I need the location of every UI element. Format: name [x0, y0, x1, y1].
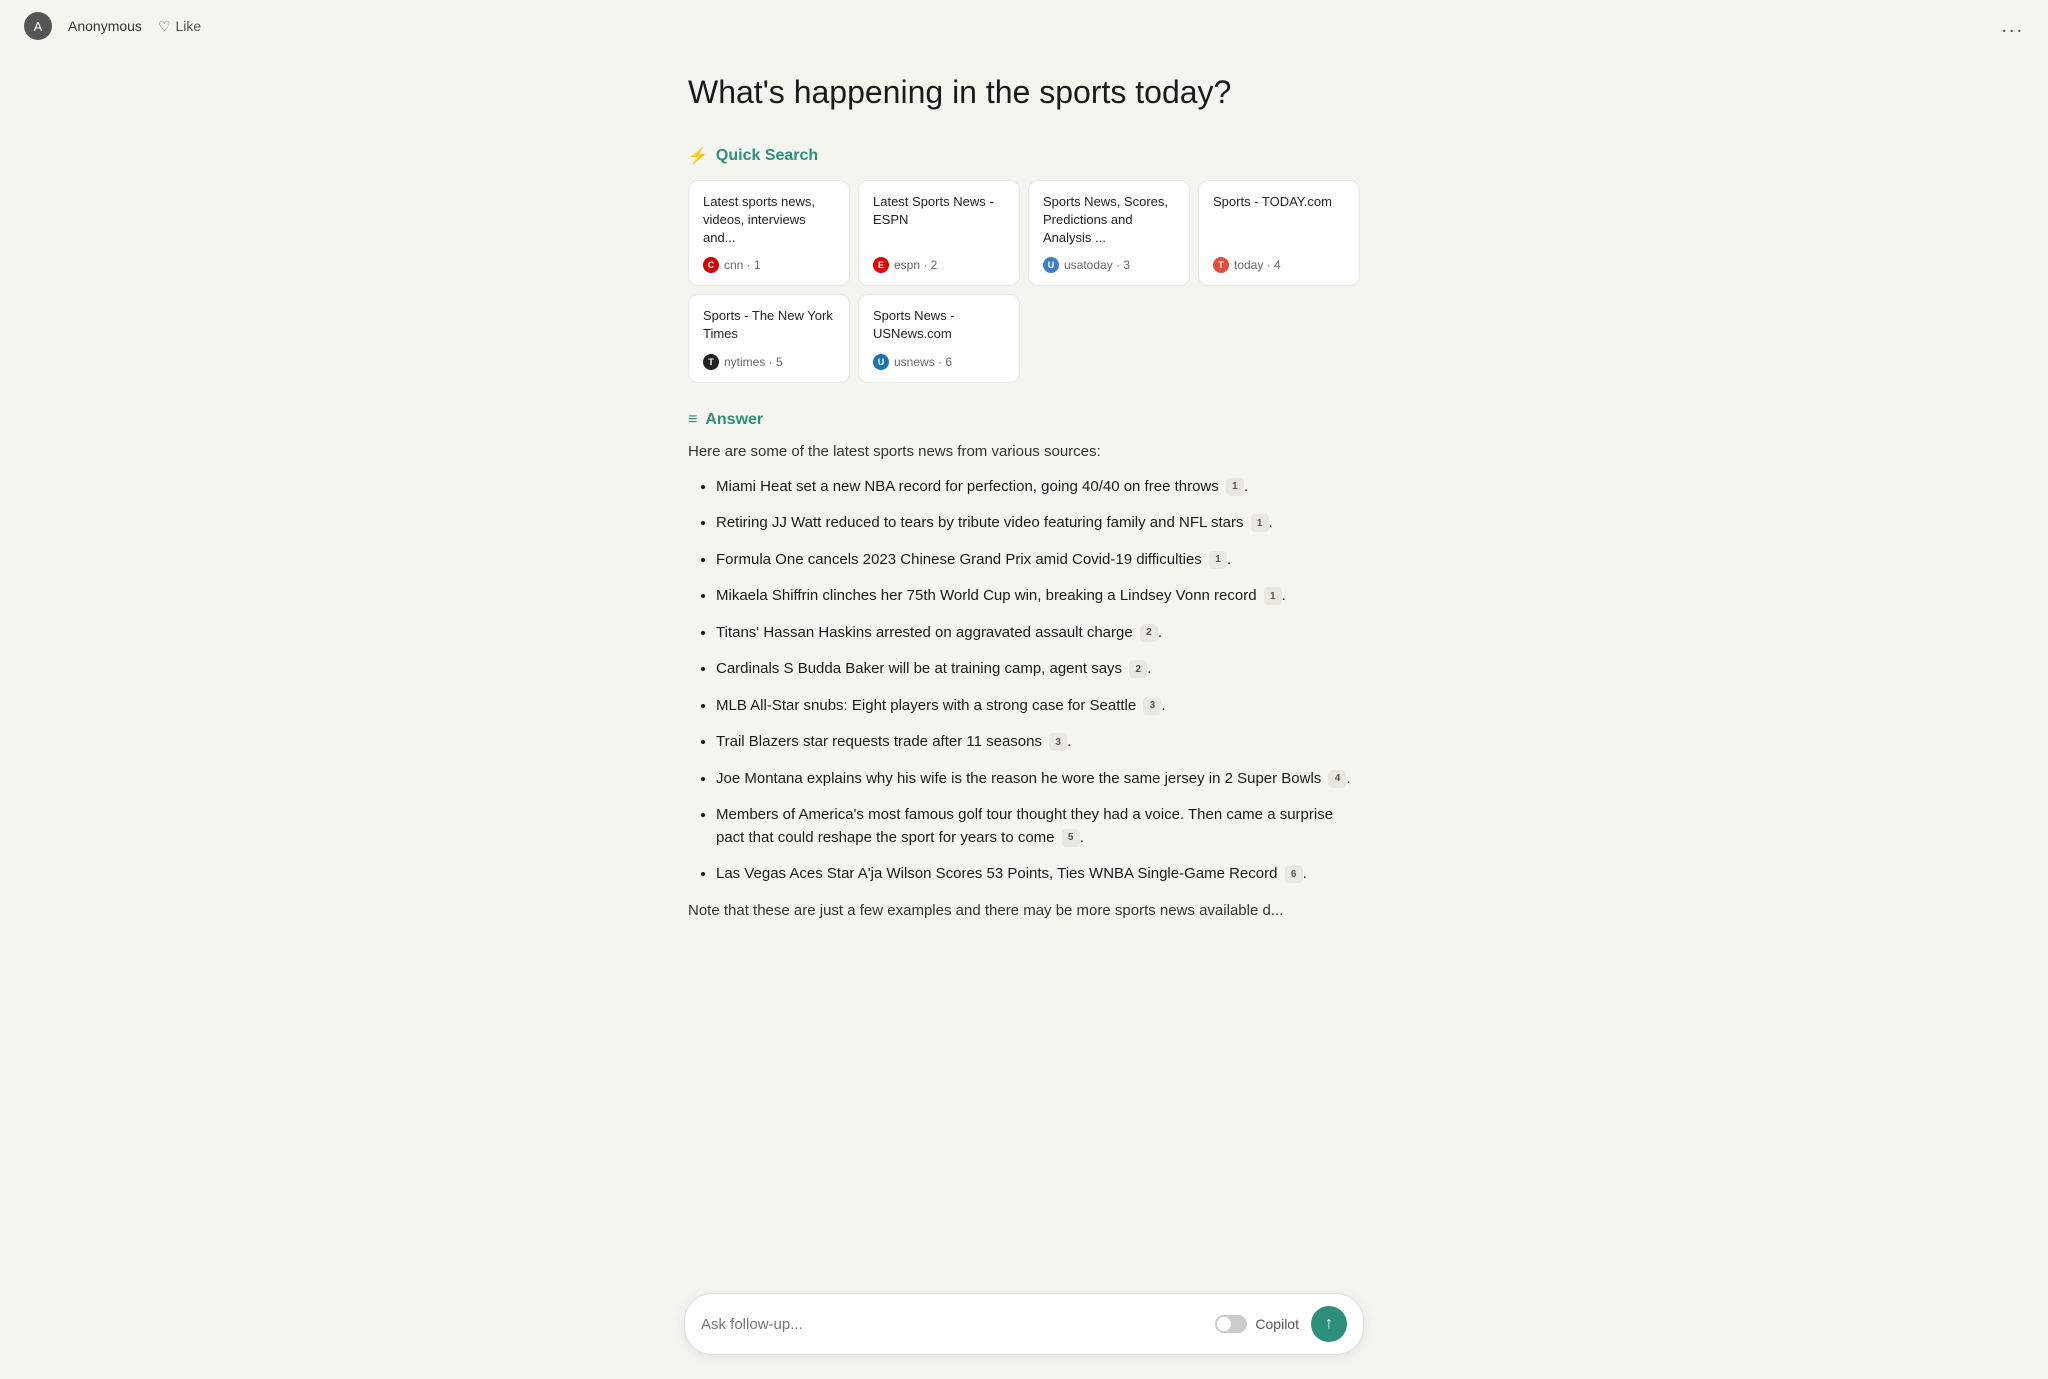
- usnews-icon: U: [873, 354, 889, 370]
- news-text-1: Miami Heat set a new NBA record for perf…: [716, 478, 1219, 495]
- empty-card-7: [1028, 294, 1190, 382]
- citation-4: 1: [1264, 587, 1282, 605]
- username: Anonymous: [68, 18, 142, 34]
- news-item-3: Formula One cancels 2023 Chinese Grand P…: [716, 549, 1360, 572]
- search-card-today[interactable]: Sports - TODAY.com T today · 4: [1198, 180, 1360, 287]
- search-card-usatoday[interactable]: Sports News, Scores, Predictions and Ana…: [1028, 180, 1190, 287]
- card-meta-6: U usnews · 6: [873, 354, 1005, 370]
- like-button[interactable]: ♡ Like: [158, 18, 201, 35]
- follow-up-input[interactable]: [701, 1316, 1203, 1333]
- search-card-usnews[interactable]: Sports News - USNews.com U usnews · 6: [858, 294, 1020, 382]
- today-icon: T: [1213, 257, 1229, 273]
- topbar-left: A Anonymous ♡ Like: [24, 12, 201, 40]
- card-source-1: cnn · 1: [724, 258, 761, 272]
- news-text-2: Retiring JJ Watt reduced to tears by tri…: [716, 514, 1243, 531]
- card-title-2: Latest Sports News - ESPN: [873, 193, 1005, 229]
- heart-icon: ♡: [158, 18, 171, 35]
- citation-9: 4: [1328, 770, 1346, 788]
- search-card-cnn[interactable]: Latest sports news, videos, interviews a…: [688, 180, 850, 287]
- news-item-7: MLB All-Star snubs: Eight players with a…: [716, 695, 1360, 718]
- search-cards-row2: Sports - The New York Times T nytimes · …: [688, 294, 1360, 382]
- card-title-1: Latest sports news, videos, interviews a…: [703, 193, 835, 248]
- like-label: Like: [176, 18, 202, 34]
- quick-search-icon: ⚡: [688, 146, 708, 166]
- card-title-5: Sports - The New York Times: [703, 307, 835, 343]
- citation-3: 1: [1209, 551, 1227, 569]
- answer-intro: Here are some of the latest sports news …: [688, 443, 1360, 460]
- citation-2: 1: [1251, 514, 1269, 532]
- citation-10: 5: [1062, 829, 1080, 847]
- citation-7: 3: [1143, 697, 1161, 715]
- quick-search-header: ⚡ Quick Search: [688, 146, 1360, 166]
- citation-5: 2: [1140, 624, 1158, 642]
- news-item-8: Trail Blazers star requests trade after …: [716, 731, 1360, 754]
- news-text-8: Trail Blazers star requests trade after …: [716, 733, 1042, 750]
- usatoday-icon: U: [1043, 257, 1059, 273]
- news-text-3: Formula One cancels 2023 Chinese Grand P…: [716, 551, 1202, 568]
- copilot-label: Copilot: [1255, 1316, 1299, 1332]
- bottom-bar: Copilot ↑: [0, 1277, 2048, 1379]
- card-title-3: Sports News, Scores, Predictions and Ana…: [1043, 193, 1175, 248]
- card-source-3: usatoday · 3: [1064, 258, 1130, 272]
- citation-11: 6: [1285, 865, 1303, 883]
- more-button[interactable]: ...: [2001, 15, 2024, 38]
- news-text-9: Joe Montana explains why his wife is the…: [716, 770, 1321, 787]
- search-card-nytimes[interactable]: Sports - The New York Times T nytimes · …: [688, 294, 850, 382]
- citation-8: 3: [1049, 733, 1067, 751]
- card-source-4: today · 4: [1234, 258, 1281, 272]
- answer-section: ≡ Answer Here are some of the latest spo…: [688, 411, 1360, 919]
- news-text-7: MLB All-Star snubs: Eight players with a…: [716, 697, 1136, 714]
- news-list: Miami Heat set a new NBA record for perf…: [688, 476, 1360, 886]
- card-source-2: espn · 2: [894, 258, 937, 272]
- news-text-5: Titans' Hassan Haskins arrested on aggra…: [716, 624, 1133, 641]
- search-cards-row1: Latest sports news, videos, interviews a…: [688, 180, 1360, 287]
- answer-note: Note that these are just a few examples …: [688, 902, 1360, 919]
- citation-6: 2: [1129, 660, 1147, 678]
- card-source-5: nytimes · 5: [724, 355, 783, 369]
- input-container: Copilot ↑: [684, 1293, 1364, 1355]
- card-title-6: Sports News - USNews.com: [873, 307, 1005, 343]
- topbar: A Anonymous ♡ Like ...: [0, 0, 2048, 52]
- news-item-2: Retiring JJ Watt reduced to tears by tri…: [716, 512, 1360, 535]
- news-item-4: Mikaela Shiffrin clinches her 75th World…: [716, 585, 1360, 608]
- avatar: A: [24, 12, 52, 40]
- send-button[interactable]: ↑: [1311, 1306, 1347, 1342]
- news-item-11: Las Vegas Aces Star A'ja Wilson Scores 5…: [716, 863, 1360, 886]
- news-item-5: Titans' Hassan Haskins arrested on aggra…: [716, 622, 1360, 645]
- news-text-11: Las Vegas Aces Star A'ja Wilson Scores 5…: [716, 865, 1277, 882]
- send-icon: ↑: [1325, 1315, 1333, 1333]
- news-item-1: Miami Heat set a new NBA record for perf…: [716, 476, 1360, 499]
- card-meta-1: C cnn · 1: [703, 257, 835, 273]
- news-text-6: Cardinals S Budda Baker will be at train…: [716, 660, 1122, 677]
- quick-search-title: Quick Search: [716, 147, 818, 165]
- espn-icon: E: [873, 257, 889, 273]
- copilot-toggle-switch[interactable]: [1215, 1315, 1247, 1333]
- main-content: What's happening in the sports today? ⚡ …: [664, 72, 1384, 1043]
- copilot-toggle: Copilot: [1215, 1315, 1299, 1333]
- card-meta-2: E espn · 2: [873, 257, 1005, 273]
- news-text-10: Members of America's most famous golf to…: [716, 806, 1333, 846]
- news-text-4: Mikaela Shiffrin clinches her 75th World…: [716, 587, 1257, 604]
- nytimes-icon: T: [703, 354, 719, 370]
- answer-title: Answer: [705, 411, 763, 429]
- card-meta-4: T today · 4: [1213, 257, 1345, 273]
- answer-header: ≡ Answer: [688, 411, 1360, 429]
- cnn-icon: C: [703, 257, 719, 273]
- news-item-10: Members of America's most famous golf to…: [716, 804, 1360, 849]
- card-title-4: Sports - TODAY.com: [1213, 193, 1345, 211]
- answer-icon: ≡: [688, 411, 697, 429]
- page-title: What's happening in the sports today?: [688, 72, 1360, 114]
- news-item-9: Joe Montana explains why his wife is the…: [716, 768, 1360, 791]
- search-card-espn[interactable]: Latest Sports News - ESPN E espn · 2: [858, 180, 1020, 287]
- empty-card-8: [1198, 294, 1360, 382]
- card-meta-3: U usatoday · 3: [1043, 257, 1175, 273]
- card-source-6: usnews · 6: [894, 355, 952, 369]
- card-meta-5: T nytimes · 5: [703, 354, 835, 370]
- citation-1: 1: [1226, 478, 1244, 496]
- news-item-6: Cardinals S Budda Baker will be at train…: [716, 658, 1360, 681]
